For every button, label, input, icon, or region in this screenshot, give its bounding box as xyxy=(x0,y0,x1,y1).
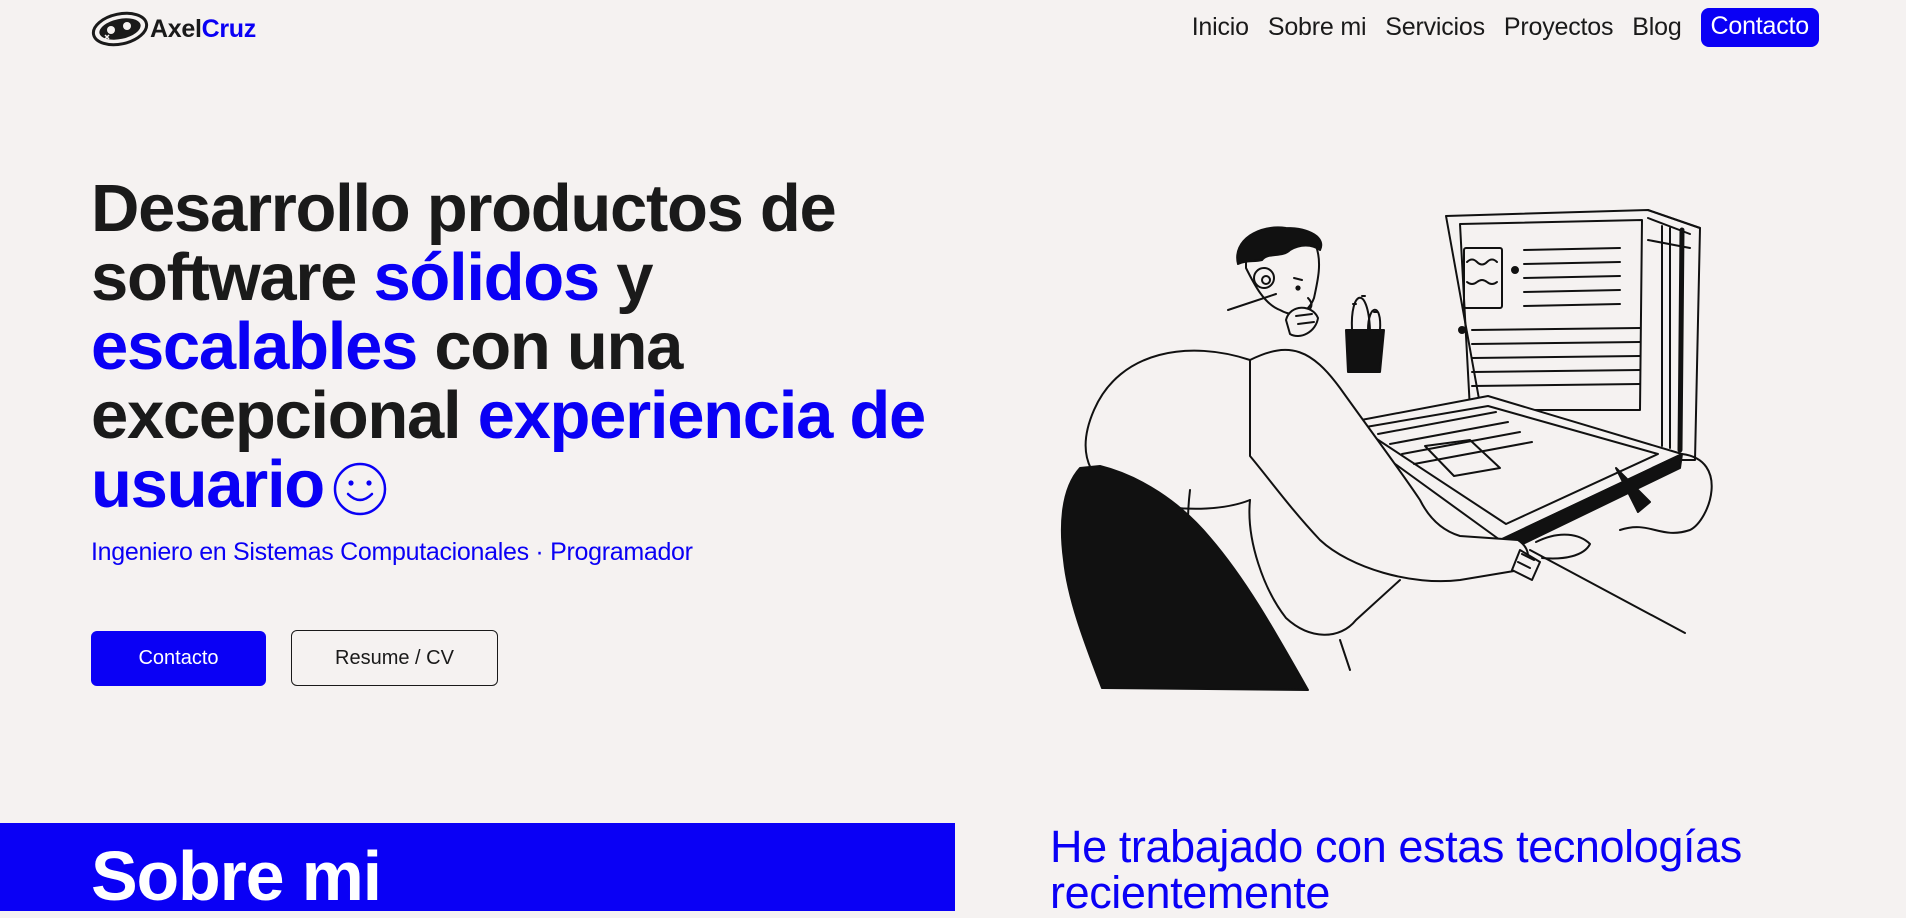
brand-name: AxelCruz xyxy=(150,15,256,44)
hero-subtitle: Ingeniero en Sistemas Computacionales · … xyxy=(91,538,693,566)
brand-logo[interactable]: AxelCruz xyxy=(91,9,256,49)
top-navbar: AxelCruz Inicio Sobre mi Servicios Proye… xyxy=(0,0,1906,58)
resume-button[interactable]: Resume / CV xyxy=(291,630,498,686)
nav-contact-button[interactable]: Contacto xyxy=(1700,8,1819,47)
about-title: Sobre mi xyxy=(91,837,382,911)
person-at-laptop-illustration xyxy=(1060,209,1713,691)
about-section: Sobre mi xyxy=(0,823,955,911)
nav-link-blog[interactable]: Blog xyxy=(1632,13,1681,42)
hero-title-accent-solidos: sólidos xyxy=(373,240,600,315)
contact-button[interactable]: Contacto xyxy=(91,631,266,686)
hero-title: Desarrollo productos de software sólidos… xyxy=(91,174,971,519)
tech-section-title: He trabajado con estas tecnologías recie… xyxy=(1050,821,1742,918)
hero-title-accent-escalables: escalables xyxy=(91,309,418,384)
nav-link-proyectos[interactable]: Proyectos xyxy=(1504,13,1614,42)
nav-link-servicios[interactable]: Servicios xyxy=(1385,13,1485,42)
nav-links: Inicio Sobre mi Servicios Proyectos Blog… xyxy=(1192,8,1819,47)
gamepad-logo-icon xyxy=(91,11,149,47)
hero-title-part-2: y xyxy=(598,240,653,315)
brand-name-part1: Axel xyxy=(150,14,202,43)
nav-link-sobre-mi[interactable]: Sobre mi xyxy=(1268,13,1367,42)
nav-link-inicio[interactable]: Inicio xyxy=(1192,13,1249,42)
brand-name-part2: Cruz xyxy=(201,14,257,43)
smiley-icon xyxy=(333,462,387,516)
